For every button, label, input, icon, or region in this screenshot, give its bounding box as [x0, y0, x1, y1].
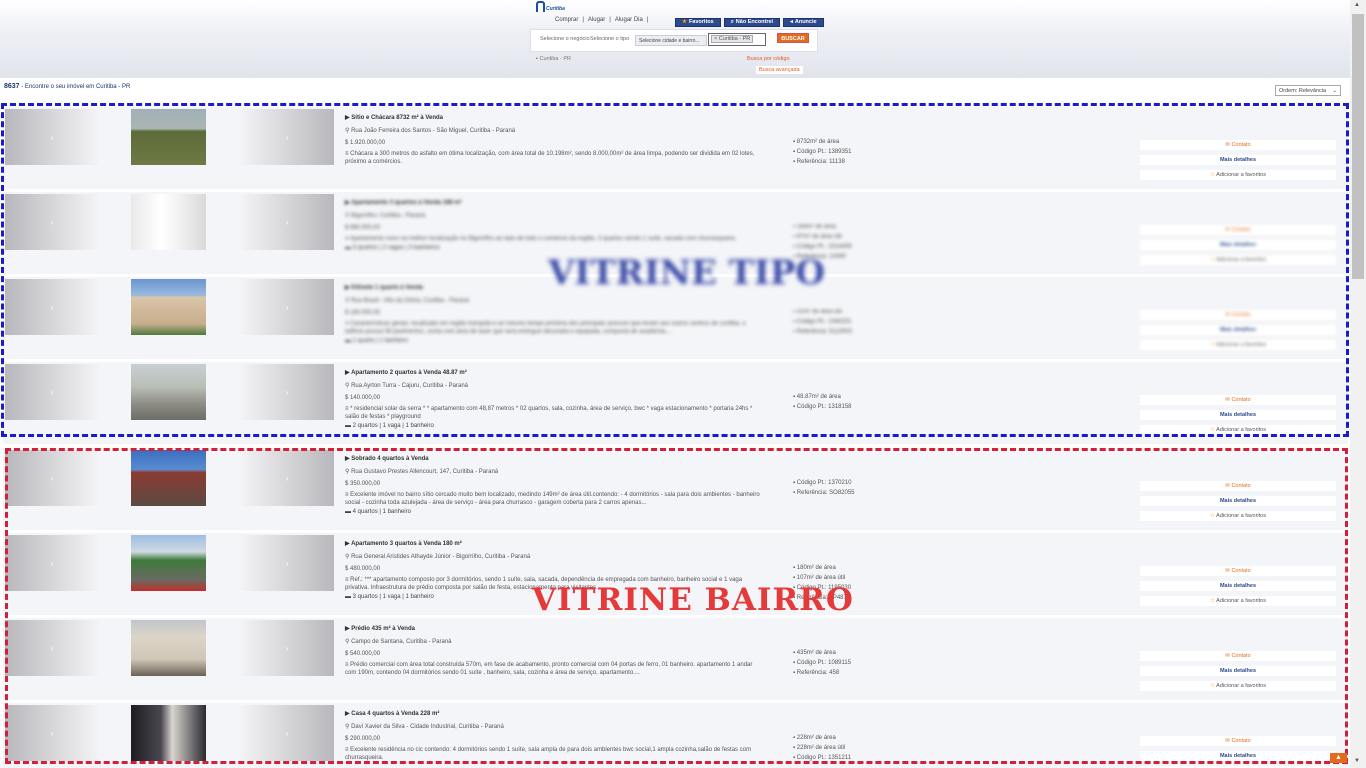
- search-icon: ⌕: [730, 19, 734, 25]
- nav-alugar-dia[interactable]: Alugar Dia: [615, 17, 643, 23]
- city-select[interactable]: Selecione cidade e bairro...: [635, 35, 707, 46]
- location-line: ▪ Curitiba - PR: [536, 56, 571, 62]
- anuncie-button[interactable]: ◂ Anuncie: [783, 18, 824, 27]
- nav-comprar[interactable]: Comprar: [555, 17, 578, 23]
- result-count: 8637 - Encontre o seu imóvel em Curitiba…: [4, 83, 131, 90]
- scroll-down-icon[interactable]: ▼: [1354, 758, 1360, 764]
- location-tag[interactable]: × Curitiba - PR: [711, 35, 754, 43]
- scroll-up-icon[interactable]: ▲: [1354, 2, 1360, 8]
- scrollbar-thumb[interactable]: [1352, 14, 1364, 279]
- nav-alugar[interactable]: Alugar: [588, 17, 605, 23]
- search-by-code-link[interactable]: Busca por código: [747, 56, 790, 62]
- vitrine-bairro-label: VITRINE BAIRRO: [532, 582, 854, 618]
- advanced-search-link[interactable]: Busca avançada: [756, 66, 803, 74]
- location-input[interactable]: × Curitiba - PR: [708, 33, 766, 46]
- nao-encontrei-button[interactable]: ⌕ Não Encontrei: [723, 18, 781, 27]
- site-logo[interactable]: Curitiba: [536, 1, 578, 14]
- site-header: Curitiba Comprar | Alugar | Alugar Dia |…: [0, 0, 1350, 78]
- order-select[interactable]: Ordem: Relevância ⌄: [1275, 85, 1341, 96]
- vitrine-tipo-label: VITRINE TIPO: [548, 253, 825, 293]
- search-box: Selecione o negócio Selecione o tipo Sel…: [530, 29, 818, 52]
- business-select[interactable]: Selecione o negócio: [540, 36, 590, 42]
- chevron-down-icon: ⌄: [1332, 88, 1337, 94]
- top-nav: Comprar | Alugar | Alugar Dia |: [555, 17, 649, 23]
- buscar-button[interactable]: BUSCAR: [777, 33, 809, 43]
- vertical-scrollbar[interactable]: ▲ ▼: [1350, 0, 1366, 768]
- star-icon: ★: [682, 19, 687, 25]
- megaphone-icon: ◂: [790, 19, 793, 25]
- type-select[interactable]: Selecione o tipo: [590, 36, 629, 42]
- back-to-top-button[interactable]: ▲: [1330, 753, 1347, 763]
- favoritos-button[interactable]: ★ Favoritos: [675, 18, 721, 27]
